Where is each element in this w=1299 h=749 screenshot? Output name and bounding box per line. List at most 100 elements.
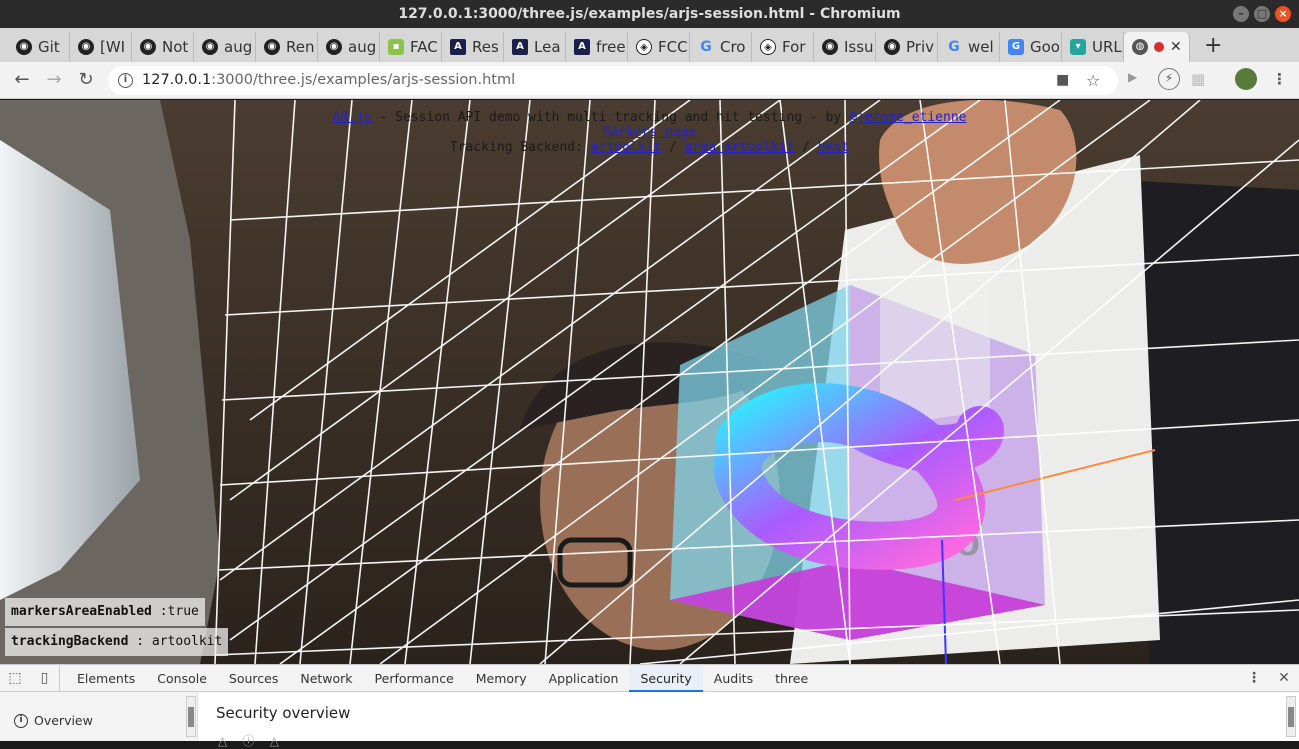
address-bar[interactable]: i 127.0.0.1:3000/three.js/examples/arjs-…: [108, 66, 1118, 95]
tab-label: FCC: [658, 38, 688, 56]
ar-scene: Hiro: [0, 100, 1299, 664]
browser-tab[interactable]: Afree: [566, 32, 628, 62]
tab-label: [WI: [100, 38, 126, 56]
browser-tab[interactable]: ◉ aug: [318, 32, 380, 62]
inspect-element-icon[interactable]: ⬚: [0, 665, 30, 692]
device-toolbar-icon[interactable]: ▯: [30, 664, 60, 692]
devtools-tab-memory[interactable]: Memory: [465, 665, 538, 692]
markers-page-link[interactable]: Markers page: [603, 125, 697, 140]
google-icon: G: [948, 39, 960, 55]
tab-label: Goo: [1030, 38, 1060, 56]
browser-tab[interactable]: ▾ URL: [1062, 32, 1124, 62]
close-window-button[interactable]: ×: [1275, 6, 1291, 22]
browser-tab[interactable]: ◉ Not: [132, 32, 194, 62]
devtools-tab-elements[interactable]: Elements: [66, 665, 146, 692]
browser-tab[interactable]: A Res: [442, 32, 504, 62]
maximize-button[interactable]: □: [1254, 6, 1270, 22]
github-icon: ◉: [884, 39, 900, 55]
markers-area-badge: markersAreaEnabled :true: [5, 598, 205, 626]
backend-best-link[interactable]: best: [818, 140, 849, 155]
codepen-icon: ◈: [636, 39, 652, 55]
browser-tab[interactable]: ◈ FCC: [628, 32, 690, 62]
browser-tab[interactable]: G Goo: [1000, 32, 1062, 62]
forward-button[interactable]: →: [42, 69, 66, 93]
devtools-tabbar: ⬚ ▯ Elements Console Sources Network Per…: [0, 664, 1299, 692]
camera-icon[interactable]: ■: [1056, 66, 1069, 95]
browser-tab[interactable]: A Lea: [504, 32, 566, 62]
cast-icon[interactable]: ▶: [1128, 70, 1137, 84]
new-tab-button[interactable]: +: [1204, 32, 1222, 62]
backend-artoolkit-link[interactable]: artoolkit: [591, 140, 661, 155]
minimize-button[interactable]: –: [1233, 6, 1249, 22]
a-frame-icon: A: [512, 39, 528, 55]
page-header-line2: Markers page: [0, 125, 1299, 140]
devtools-tab-network[interactable]: Network: [289, 665, 363, 692]
github-icon: ◉: [326, 39, 342, 55]
tab-label: Git: [38, 38, 60, 56]
devtools-tab-three[interactable]: three: [764, 665, 819, 692]
devtools-tab-performance[interactable]: Performance: [364, 665, 465, 692]
page-header-line3: Tracking Backend: artoolkit / area artoo…: [0, 140, 1299, 155]
menu-icon[interactable]: ⋮: [1272, 70, 1287, 88]
codepen-icon: ◈: [760, 39, 776, 55]
browser-tab[interactable]: ◉ Git: [8, 32, 70, 62]
devtools-tab-console[interactable]: Console: [146, 665, 218, 692]
bookmark-star-icon[interactable]: ☆: [1086, 66, 1100, 95]
devtools-tab-security[interactable]: Security: [629, 664, 703, 692]
browser-toolbar: ← → ↻ i 127.0.0.1:3000/three.js/examples…: [0, 62, 1299, 99]
recording-icon: [1154, 42, 1164, 52]
devtools-tab-application[interactable]: Application: [538, 665, 630, 692]
devtools-close-icon[interactable]: ✕: [1269, 665, 1299, 692]
tab-label: Issu: [844, 38, 874, 56]
browser-tab[interactable]: G Cro: [690, 32, 752, 62]
page-header-line1: AR.js - Session API demo with multi trac…: [0, 110, 1299, 125]
tab-label: Ren: [286, 38, 315, 56]
google-translate-icon: G: [1008, 39, 1024, 55]
back-button[interactable]: ←: [10, 69, 34, 93]
browser-tab[interactable]: ◉ [WI: [70, 32, 132, 62]
browser-tab[interactable]: ◉ Priv: [876, 32, 938, 62]
devtools-tab-sources[interactable]: Sources: [218, 665, 289, 692]
devtools-tab-audits[interactable]: Audits: [703, 665, 764, 692]
a-frame-icon: A: [450, 39, 466, 55]
devtools-menu-icon[interactable]: ⋮: [1239, 665, 1269, 692]
browser-tab[interactable]: ◉ aug: [194, 32, 256, 62]
author-link[interactable]: @jerome_etienne: [849, 110, 966, 125]
tab-label: free: [596, 38, 626, 56]
profile-avatar[interactable]: [1235, 68, 1257, 90]
browser-tab[interactable]: Gwel: [938, 32, 1000, 62]
extension-icon[interactable]: ⚡: [1158, 68, 1180, 90]
separator: /: [661, 140, 685, 155]
info-icon[interactable]: i: [118, 73, 133, 88]
close-tab-icon[interactable]: ✕: [1170, 39, 1182, 55]
tab-label: URL: [1092, 38, 1122, 56]
url-host: 127.0.0.1: [142, 72, 212, 88]
arjs-link[interactable]: AR.js: [333, 110, 372, 125]
backend-area-artoolkit-link[interactable]: area artoolkit: [685, 140, 795, 155]
tab-label: For: [782, 38, 806, 56]
reload-button[interactable]: ↻: [74, 69, 98, 93]
github-icon: ◉: [264, 39, 280, 55]
panel-scrollbar[interactable]: [1286, 696, 1296, 737]
browser-tab[interactable]: ◈ For: [752, 32, 814, 62]
tab-label: wel: [968, 38, 994, 56]
tracking-backend-label: Tracking Backend:: [449, 140, 591, 155]
android-icon: ▪: [388, 39, 404, 55]
github-icon: ◉: [822, 39, 838, 55]
browser-tab[interactable]: ◉ Ren: [256, 32, 318, 62]
tab-label: Lea: [534, 38, 561, 56]
tab-label: Not: [162, 38, 189, 56]
github-icon: ◉: [16, 39, 32, 55]
browser-tab-active[interactable]: ◍ ✕: [1124, 32, 1190, 62]
section-title: Security overview: [216, 704, 351, 722]
sidebar-scrollbar[interactable]: [186, 696, 196, 737]
url-path: :3000/three.js/examples/arjs-session.htm…: [211, 72, 516, 88]
browser-tab[interactable]: ▪ FAC: [380, 32, 442, 62]
window-titlebar: 127.0.0.1:3000/three.js/examples/arjs-se…: [0, 0, 1299, 28]
browser-tab[interactable]: ◉ Issu: [814, 32, 876, 62]
sidebar-item-overview[interactable]: i Overview: [14, 713, 93, 728]
tab-label: Priv: [906, 38, 934, 56]
tab-label: Res: [472, 38, 499, 56]
extension-grid-icon[interactable]: ▦: [1191, 70, 1205, 88]
a-frame-icon: A: [574, 39, 590, 55]
